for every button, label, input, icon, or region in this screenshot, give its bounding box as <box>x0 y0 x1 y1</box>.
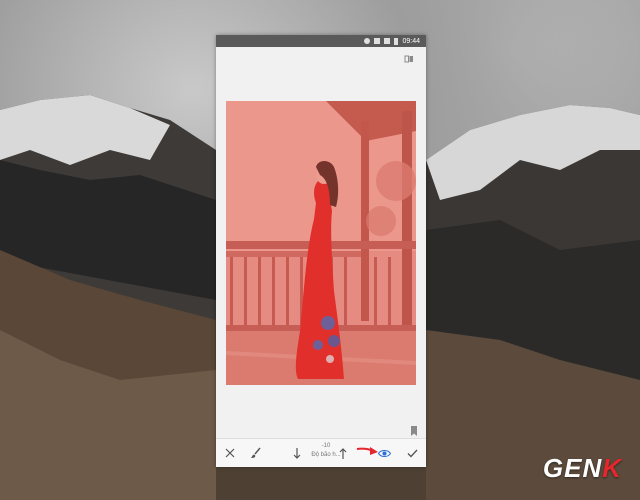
notification-icon <box>364 38 371 44</box>
status-bar: 09:44 <box>216 35 426 47</box>
watermark-text-main: GEN <box>542 453 603 483</box>
signal-icon <box>384 38 391 44</box>
battery-icon <box>394 37 399 45</box>
red-arrow-annotation <box>356 444 380 462</box>
phone-screen: 09:44 -10 Độ bão h... <box>216 35 426 467</box>
bottom-toolbar: -10 Độ bão h... <box>216 438 426 467</box>
close-icon[interactable] <box>222 439 238 467</box>
bookmark-icon[interactable] <box>410 423 418 436</box>
checkmark-icon[interactable] <box>404 439 420 467</box>
arrow-up-icon[interactable] <box>336 439 350 467</box>
watermark-text-accent: K <box>602 453 622 483</box>
genk-watermark: GENK <box>543 453 622 484</box>
arrow-down-icon[interactable] <box>290 439 304 467</box>
compare-icon[interactable] <box>404 54 414 64</box>
brush-icon[interactable] <box>248 439 264 467</box>
status-time: 09:44 <box>402 37 420 45</box>
edited-photo[interactable] <box>226 101 416 385</box>
wifi-icon <box>374 38 381 44</box>
